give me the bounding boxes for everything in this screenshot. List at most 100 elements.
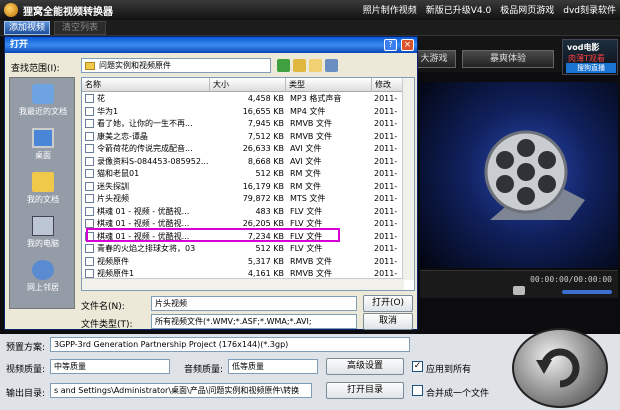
- selection-highlight: [86, 228, 340, 242]
- file-modified: 2011-: [374, 194, 398, 203]
- file-name: 看了她，让你的一生不再...: [97, 119, 193, 128]
- volume-slider[interactable]: [562, 290, 612, 294]
- preset-select[interactable]: 3GPP-3rd Generation Partnership Project …: [50, 337, 410, 352]
- convert-button[interactable]: [512, 328, 608, 408]
- file-icon: [85, 256, 94, 266]
- file-row[interactable]: 花 4,458 KB MP3 格式声音 2011-: [82, 93, 404, 104]
- col-size[interactable]: 大小: [210, 78, 286, 92]
- snapshot-icon[interactable]: [513, 286, 525, 295]
- file-row[interactable]: 视频原件 5,317 KB RMVB 文件 2011-: [82, 256, 404, 267]
- file-type: MTS 文件: [290, 194, 326, 203]
- file-row[interactable]: 看了她，让你的一生不再... 7,945 KB RMVB 文件 2011-: [82, 118, 404, 129]
- place-desktop[interactable]: 桌面: [10, 128, 76, 161]
- file-size: 16,179 KB: [242, 181, 284, 191]
- file-size: 7,945 KB: [247, 119, 284, 128]
- audio-quality-select[interactable]: 低等质量: [228, 359, 318, 374]
- open-directory-button[interactable]: 打开目录: [326, 382, 404, 399]
- place-my-docs[interactable]: 我的文档: [10, 172, 76, 205]
- advanced-settings-label: 高级设置: [346, 361, 383, 371]
- promo-game-button[interactable]: 大游戏: [412, 50, 456, 68]
- my-computer-icon: [32, 216, 54, 236]
- clear-list-button[interactable]: 清空列表: [54, 21, 106, 35]
- dialog-help-button[interactable]: ?: [384, 39, 397, 51]
- filename-label: 文件名(N):: [81, 302, 125, 312]
- file-size: 4,458 KB: [247, 94, 284, 103]
- video-preview: [420, 82, 618, 268]
- file-name: 康美之恋-谭晶: [97, 131, 148, 141]
- output-dir-field[interactable]: s and Settings\Administrator\桌面\产品\问题实例和…: [50, 383, 312, 398]
- file-icon: [85, 244, 94, 253]
- output-label: 输出目录:: [6, 389, 46, 399]
- file-icon: [85, 194, 94, 203]
- link-dvd-burn[interactable]: dvd刻录软件: [563, 3, 616, 16]
- file-row[interactable]: 录像资料S-084453-085952... 8,668 KB AVI 文件 2011…: [82, 156, 404, 167]
- link-new-version[interactable]: 新版已升级V4.0: [426, 3, 491, 16]
- folder-icon: [85, 61, 95, 70]
- file-row[interactable]: 令箭荷花的传说完成配音... 26,633 KB AVI 文件 2011-: [82, 143, 404, 154]
- app-title: 狸窝全能视频转换器: [23, 6, 113, 18]
- file-row[interactable]: 康美之恋-谭晶 7,512 KB RMVB 文件 2011-: [82, 131, 404, 142]
- place-recent[interactable]: 我最近的文档: [10, 84, 76, 117]
- col-name[interactable]: 名称: [82, 78, 210, 92]
- vod-live-button[interactable]: 搜狗直播: [566, 63, 616, 73]
- promo-area: 大游戏 暴爽体验 vod电影 肉薄T观看 搜狗直播: [410, 36, 620, 75]
- promo-experience-button[interactable]: 暴爽体验: [462, 50, 554, 68]
- advanced-settings-button[interactable]: 高级设置: [326, 358, 404, 375]
- file-size: 16,655 KB: [242, 106, 284, 116]
- file-modified: 2011-: [374, 181, 398, 191]
- file-row[interactable]: 猫和老鼠01 512 KB RM 文件 2011-: [82, 168, 404, 179]
- file-modified: 2011-: [374, 131, 398, 141]
- view-menu-icon[interactable]: [325, 59, 338, 72]
- place-network[interactable]: 网上邻居: [10, 260, 76, 293]
- open-button[interactable]: 打开(O): [363, 295, 413, 312]
- vod-banner[interactable]: vod电影 肉薄T观看 搜狗直播: [562, 39, 618, 75]
- file-row[interactable]: 青春的火焰之排球女将，03 512 KB FLV 文件 2011-: [82, 243, 404, 254]
- file-modified: 2011-: [374, 119, 398, 128]
- filetype-label: 文件类型(T):: [81, 320, 133, 330]
- file-modified: 2011-: [374, 219, 398, 228]
- link-photo-video[interactable]: 照片制作视频: [363, 3, 417, 16]
- file-type: RM 文件: [290, 169, 322, 178]
- horizontal-scrollbar[interactable]: [82, 278, 404, 290]
- dialog-close-button[interactable]: ×: [401, 39, 414, 51]
- file-type: RMVB 文件: [290, 119, 332, 128]
- up-folder-icon[interactable]: [293, 59, 306, 72]
- file-type: RM 文件: [290, 181, 322, 191]
- add-video-button[interactable]: 添加视频: [4, 21, 50, 35]
- file-row[interactable]: 棋魂 01 - 视频 - 优酷视... 483 KB FLV 文件 2011-: [82, 206, 404, 217]
- top-links: 照片制作视频 新版已升级V4.0 极品网页游戏 dvd刻录软件: [363, 3, 616, 16]
- vertical-scrollbar[interactable]: [402, 78, 414, 280]
- file-modified: 2011-: [374, 106, 398, 116]
- file-row[interactable]: 片头视频 79,872 KB MTS 文件 2011-: [82, 193, 404, 204]
- col-type[interactable]: 类型: [286, 78, 372, 92]
- link-web-games[interactable]: 极品网页游戏: [500, 3, 554, 16]
- film-reel-icon: [484, 130, 585, 220]
- cancel-button[interactable]: 取消: [363, 313, 413, 330]
- merge-checkbox[interactable]: [412, 385, 423, 396]
- filetype-select[interactable]: 所有视频文件(*.WMV;*.ASF;*.WMA;*.AVI;: [151, 314, 357, 329]
- file-row[interactable]: 迷失探訓 16,179 KB RM 文件 2011-: [82, 181, 404, 192]
- file-icon: [85, 144, 94, 153]
- back-icon[interactable]: [277, 59, 290, 72]
- new-folder-icon[interactable]: [309, 59, 322, 72]
- look-in-label: 查找范围(I):: [11, 64, 60, 74]
- look-in-value: 问题实例和视频原件: [99, 61, 171, 70]
- file-type: AVI 文件: [290, 144, 322, 153]
- look-in-select[interactable]: 问题实例和视频原件: [81, 58, 271, 73]
- file-row[interactable]: 华为1 16,655 KB MP4 文件 2011-: [82, 106, 404, 117]
- video-quality-select[interactable]: 中等质量: [50, 359, 170, 374]
- place-my-docs-label: 我的文档: [27, 195, 59, 204]
- merge-label: 合并成一个文件: [426, 389, 490, 399]
- file-size: 8,668 KB: [247, 156, 284, 166]
- toolbar: 添加视频 清空列表: [0, 20, 620, 36]
- apply-all-checkbox[interactable]: ✓: [412, 361, 423, 372]
- dialog-title: 打开: [5, 37, 417, 53]
- file-name: 视频原件: [97, 256, 129, 266]
- file-icon: [85, 156, 94, 166]
- app-logo-icon: [4, 3, 18, 17]
- apply-all-label: 应用到所有: [426, 365, 472, 375]
- filename-input[interactable]: 片头视频: [151, 296, 357, 311]
- place-my-computer[interactable]: 我的电脑: [10, 216, 76, 249]
- file-icon: [85, 131, 94, 141]
- col-modified[interactable]: 修改: [372, 78, 404, 92]
